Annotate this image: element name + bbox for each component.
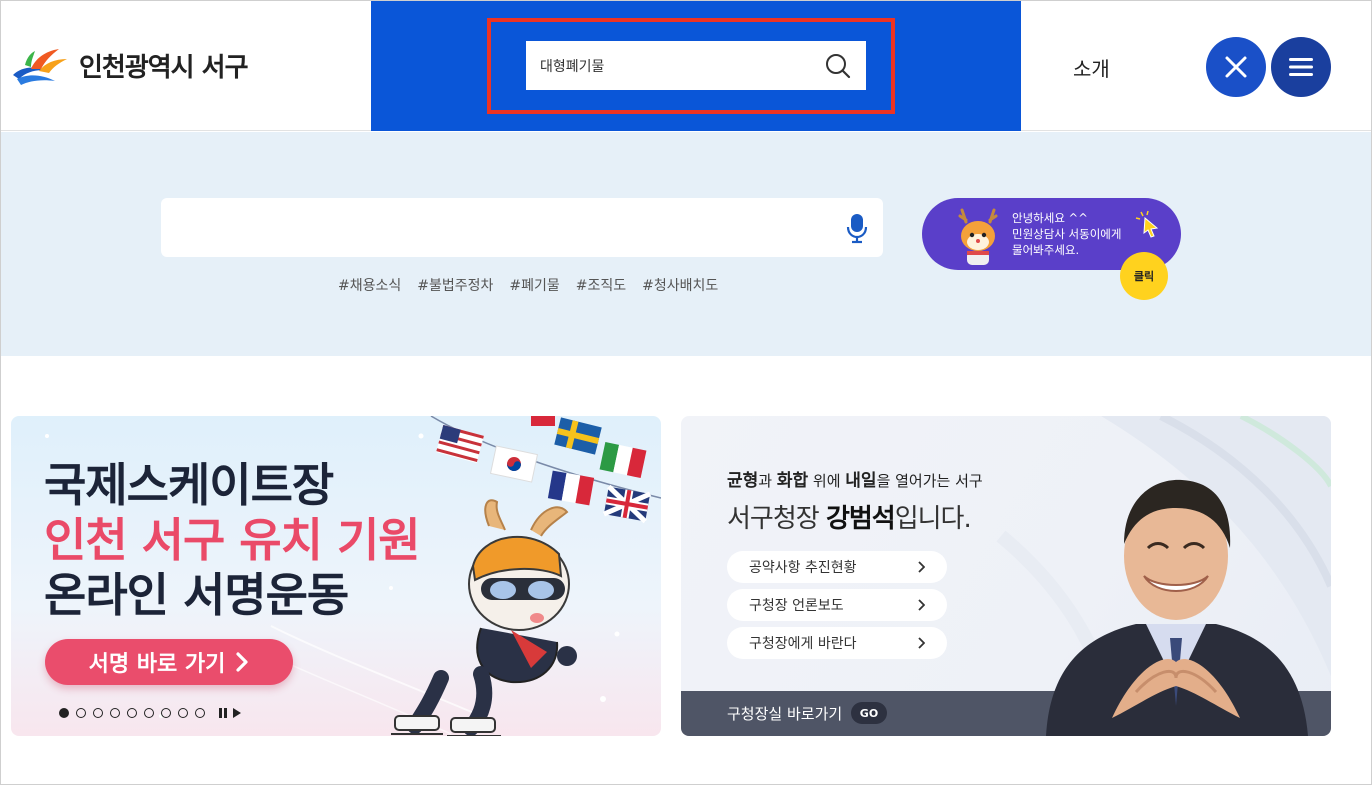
logo-mark-icon [13,49,67,85]
banner-headline-3: 온라인 서명운동 [44,568,349,622]
mayor-banner: 균형과 화합 위에 내일을 열어가는 서구 서구청장 강범석입니다. 공약사항 … [681,416,1331,736]
mayor-title-prefix: 서구청장 [727,504,826,534]
mayor-slogan: 균형과 화합 위에 내일을 열어가는 서구 [727,466,983,491]
link-label: 구청장 언론보도 [749,598,844,614]
chevron-right-icon [918,561,925,573]
hashtag-item[interactable]: #불법주정차 [417,275,493,295]
slide-dot[interactable] [161,708,171,718]
slogan-keyword: 화합 [776,471,809,491]
site-logo[interactable]: 인천광역시 서구 [11,45,248,85]
close-button[interactable] [1206,37,1266,97]
hashtag-item[interactable]: #채용소식 [338,275,401,295]
link-label: 구청장에게 바란다 [749,636,857,652]
chatbot-text: 안녕하세요 ^^ 민원상담사 서동이에게 물어봐주세요. [1012,210,1152,258]
main-search-box[interactable] [161,198,883,257]
mayor-portrait [1046,479,1308,736]
pledge-status-link[interactable]: 공약사항 추진현황 [727,551,947,583]
chatbot-line: 민원상담사 서동이에게 [1012,227,1122,241]
mayor-title: 서구청장 강범석입니다. [727,498,972,535]
search-band: #채용소식 #불법주정차 #폐기물 #조직도 #청사배치도 안녕하세요 ^^ 민… [1,132,1371,356]
logo-text: 인천광역시 서구 [79,52,248,83]
hamburger-icon [1289,58,1313,76]
flag-france-icon [547,470,595,506]
mayor-office-link-label: 구청장실 바로가기 [727,705,843,723]
main-search-input[interactable] [181,218,845,237]
slogan-text: 과 [758,472,777,490]
slide-dot[interactable] [59,708,69,718]
slide-dot[interactable] [144,708,154,718]
slogan-keyword: 내일 [845,471,877,491]
slide-dot[interactable] [127,708,137,718]
flag-korea-icon [489,445,539,483]
sign-petition-button[interactable]: 서명 바로 가기 [45,639,293,685]
nav-intro-link[interactable]: 소개 [1073,53,1110,82]
slide-dot[interactable] [195,708,205,718]
play-icon[interactable] [232,707,242,719]
slide-dot[interactable] [110,708,120,718]
flag-italy-icon [599,441,647,479]
slide-controls [218,707,242,719]
flag-sweden-icon [554,417,602,455]
flag-usa-icon [436,425,484,463]
deer-mascot-icon [958,208,998,265]
slogan-text: 을 열어가는 서구 [876,472,983,490]
page-frame: 인천광역시 서구 소개 [0,0,1372,785]
header-search-input[interactable] [540,57,824,74]
hashtag-item[interactable]: #폐기물 [509,275,559,295]
skating-rink-banner[interactable]: 국제스케이트장 인천 서구 유치 기원 온라인 서명운동 서명 바로 가기 [11,416,661,736]
chevron-right-icon [918,599,925,611]
search-icon[interactable] [824,52,852,80]
mayor-title-suffix: 입니다. [894,504,972,534]
close-icon [1225,56,1247,78]
slogan-keyword: 균형 [727,471,759,491]
chevron-right-icon [236,652,248,672]
sign-petition-label: 서명 바로 가기 [88,652,226,677]
mayor-name: 강범석 [825,504,896,534]
flag-uk-icon [602,484,652,524]
slide-dot[interactable] [178,708,188,718]
slide-pagination [59,707,242,719]
microphone-icon[interactable] [845,212,869,244]
chatbot-click-button[interactable]: 클릭 [1120,252,1168,300]
hashtag-item[interactable]: #청사배치도 [642,275,718,295]
slogan-text: 위에 [808,472,846,490]
pause-icon[interactable] [218,707,228,719]
site-header: 인천광역시 서구 소개 [1,1,1371,131]
pointer-cursor-icon [1135,210,1159,238]
header-search-box[interactable] [526,41,866,90]
slide-dot[interactable] [93,708,103,718]
link-label: 공약사항 추진현황 [749,560,857,576]
chatbot-line: 안녕하세요 ^^ [1012,211,1088,225]
suggestion-link[interactable]: 구청장에게 바란다 [727,627,947,659]
hashtag-list: #채용소식 #불법주정차 #폐기물 #조직도 #청사배치도 [338,275,718,295]
hashtag-item[interactable]: #조직도 [576,275,626,295]
press-coverage-link[interactable]: 구청장 언론보도 [727,589,947,621]
menu-button[interactable] [1271,37,1331,97]
slide-dot[interactable] [76,708,86,718]
chevron-right-icon [918,637,925,649]
go-badge: GO [851,702,887,724]
